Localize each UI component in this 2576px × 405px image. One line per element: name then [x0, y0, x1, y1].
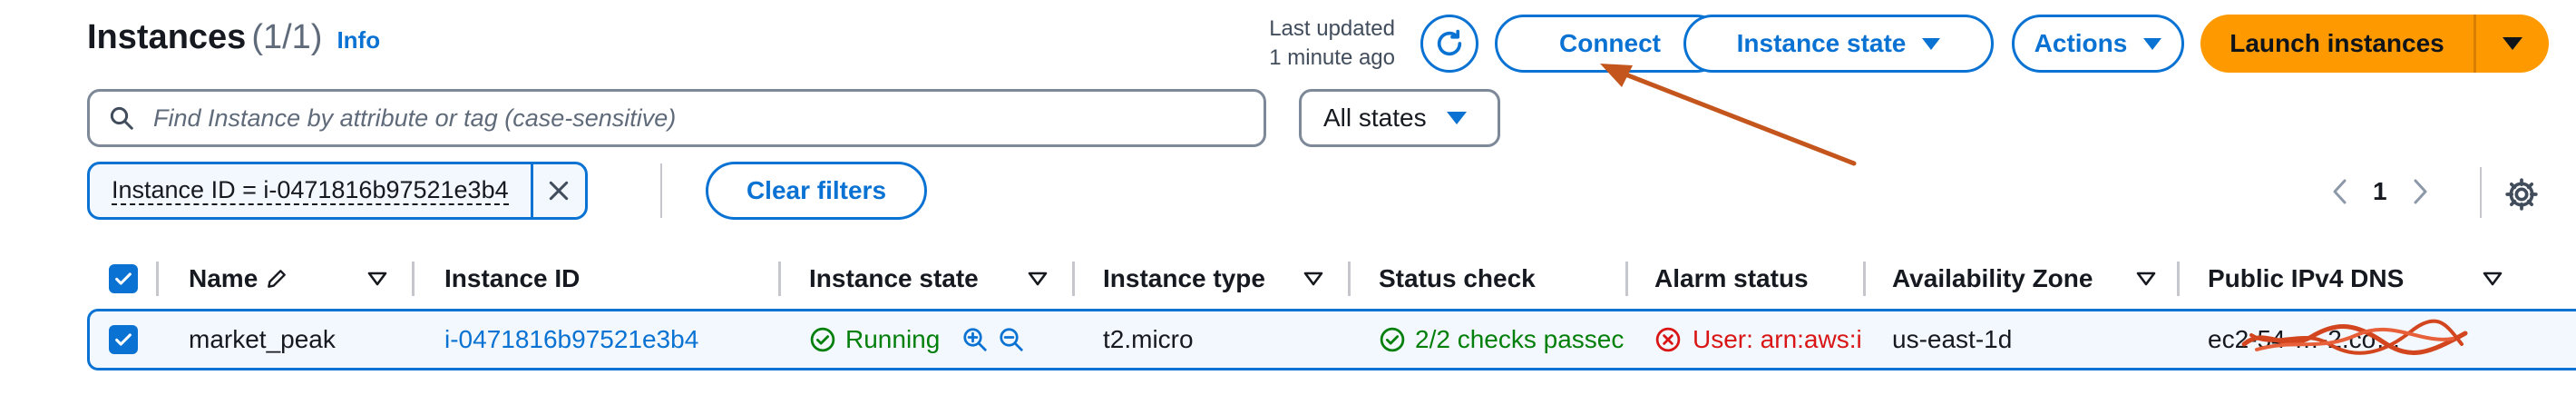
instance-count: (1/1)	[251, 18, 323, 56]
checkbox-checked	[109, 325, 138, 354]
caret-down-icon	[1922, 37, 1941, 50]
current-page-number[interactable]: 1	[2373, 177, 2387, 206]
last-updated-time: 1 minute ago	[1269, 45, 1395, 70]
edit-pencil-icon[interactable]	[265, 267, 288, 291]
refresh-icon	[1437, 29, 1462, 56]
column-instance-id-label: Instance ID	[444, 264, 581, 292]
column-divider	[1863, 262, 1866, 296]
redaction-scribble	[2241, 319, 2468, 355]
column-divider	[778, 262, 781, 296]
refresh-button[interactable]	[1420, 15, 1478, 73]
caret-down-icon	[2143, 37, 2162, 50]
column-header-instance-id[interactable]: Instance ID	[444, 256, 580, 301]
instance-state-button[interactable]: Instance state	[1683, 15, 1994, 73]
column-header-instance-type[interactable]: Instance type	[1103, 256, 1265, 301]
error-x-circle-icon	[1655, 327, 1681, 352]
zoom-in-icon[interactable]	[961, 326, 989, 353]
cell-instance-type: t2.micro	[1103, 325, 1194, 353]
cell-instance-state: Running	[809, 311, 1072, 368]
column-name-label: Name	[189, 264, 259, 292]
sort-caret-icon[interactable]	[1303, 270, 1324, 288]
pagination: 1	[2331, 169, 2429, 214]
filter-token-text: Instance ID = i-0471816b97521e3b4	[112, 176, 509, 205]
clear-filters-button[interactable]: Clear filters	[706, 162, 927, 220]
pagination-divider	[2480, 167, 2482, 218]
launch-instances-label: Launch instances	[2230, 29, 2444, 57]
instance-search-field[interactable]	[87, 89, 1266, 147]
actions-label: Actions	[2034, 29, 2128, 57]
cell-alarm-status: User: arn:aws:i	[1654, 311, 1865, 368]
select-all-checkbox[interactable]	[109, 256, 138, 301]
page-title-text: Instances	[87, 18, 247, 56]
clear-filters-label: Clear filters	[746, 176, 887, 204]
close-icon	[549, 181, 569, 201]
column-header-instance-state[interactable]: Instance state	[809, 256, 979, 301]
success-check-circle-icon	[1380, 327, 1405, 352]
alarm-status-text: User: arn:aws:i	[1693, 325, 1862, 353]
column-header-status-check[interactable]: Status check	[1379, 256, 1536, 301]
launch-instances-split-button: Launch instances	[2200, 15, 2549, 73]
info-link[interactable]: Info	[337, 26, 380, 54]
column-alarm-status-label: Alarm status	[1654, 264, 1809, 292]
remove-filter-button[interactable]	[530, 164, 585, 217]
caret-down-icon	[2503, 37, 2522, 50]
filter-divider	[660, 163, 662, 218]
column-header-public-ipv4-dns[interactable]: Public IPv4 DNS	[2208, 256, 2404, 301]
sort-caret-icon[interactable]	[2482, 270, 2503, 288]
sort-caret-icon[interactable]	[2135, 270, 2157, 288]
cell-availability-zone: us-east-1d	[1892, 325, 2013, 353]
column-divider	[156, 262, 159, 296]
page-title: Instances (1/1) Info	[87, 18, 380, 57]
state-filter-select[interactable]: All states	[1299, 89, 1500, 147]
filter-token[interactable]: Instance ID = i-0471816b97521e3b4	[87, 162, 588, 220]
checkmark-icon	[115, 333, 132, 346]
cell-instance-id-link[interactable]: i-0471816b97521e3b4	[444, 311, 771, 368]
column-divider	[1072, 262, 1075, 296]
cell-public-dns: ec2-54-…-2.co…	[2208, 311, 2507, 368]
column-header-availability-zone[interactable]: Availability Zone	[1892, 256, 2093, 301]
column-availability-zone-label: Availability Zone	[1892, 264, 2093, 292]
column-divider	[412, 262, 415, 296]
column-divider	[1625, 262, 1628, 296]
next-page-icon[interactable]	[2411, 178, 2429, 205]
launch-instances-button[interactable]: Launch instances	[2200, 15, 2476, 73]
zoom-out-icon[interactable]	[998, 326, 1025, 353]
table-row[interactable]: market_peak i-0471816b97521e3b4 Running …	[87, 309, 2576, 370]
column-instance-state-label: Instance state	[809, 264, 979, 292]
column-header-name[interactable]: Name	[189, 256, 288, 301]
cell-name: market_peak	[189, 325, 336, 353]
column-header-alarm-status[interactable]: Alarm status	[1654, 256, 1809, 301]
checkmark-icon	[115, 272, 132, 285]
cell-status-check: 2/2 checks passec	[1379, 311, 1629, 368]
previous-page-icon[interactable]	[2331, 178, 2349, 205]
success-check-circle-icon	[810, 327, 835, 352]
search-input[interactable]	[151, 92, 1264, 144]
caret-down-icon	[1446, 112, 1467, 124]
actions-button[interactable]: Actions	[2012, 15, 2184, 73]
sort-caret-icon[interactable]	[1027, 270, 1049, 288]
column-status-check-label: Status check	[1379, 264, 1536, 292]
instance-state-label: Instance state	[1736, 29, 1907, 57]
row-checkbox[interactable]	[109, 311, 138, 368]
settings-gear-icon[interactable]	[2503, 176, 2540, 212]
status-check-text: 2/2 checks passec	[1415, 325, 1625, 353]
ec2-instances-page: Instances (1/1) Info Last updated 1 minute…	[0, 0, 2576, 405]
launch-options-dropdown[interactable]	[2476, 15, 2549, 73]
column-divider	[1348, 262, 1351, 296]
state-filter-value: All states	[1323, 104, 1427, 132]
last-updated-label: Last updated	[1269, 16, 1395, 41]
search-icon	[110, 106, 133, 130]
column-public-dns-label: Public IPv4 DNS	[2208, 264, 2405, 292]
column-divider	[2177, 262, 2180, 296]
connect-label: Connect	[1559, 29, 1661, 57]
last-updated-text: Last updated 1 minute ago	[1241, 15, 1395, 73]
instance-state-text: Running	[845, 325, 941, 353]
sort-caret-icon[interactable]	[366, 270, 388, 288]
filter-token-label: Instance ID = i-0471816b97521e3b4	[90, 164, 531, 217]
checkbox-checked	[109, 264, 138, 293]
table-header: Name Instance ID Instance state Instance…	[87, 256, 2576, 301]
column-instance-type-label: Instance type	[1103, 264, 1265, 292]
